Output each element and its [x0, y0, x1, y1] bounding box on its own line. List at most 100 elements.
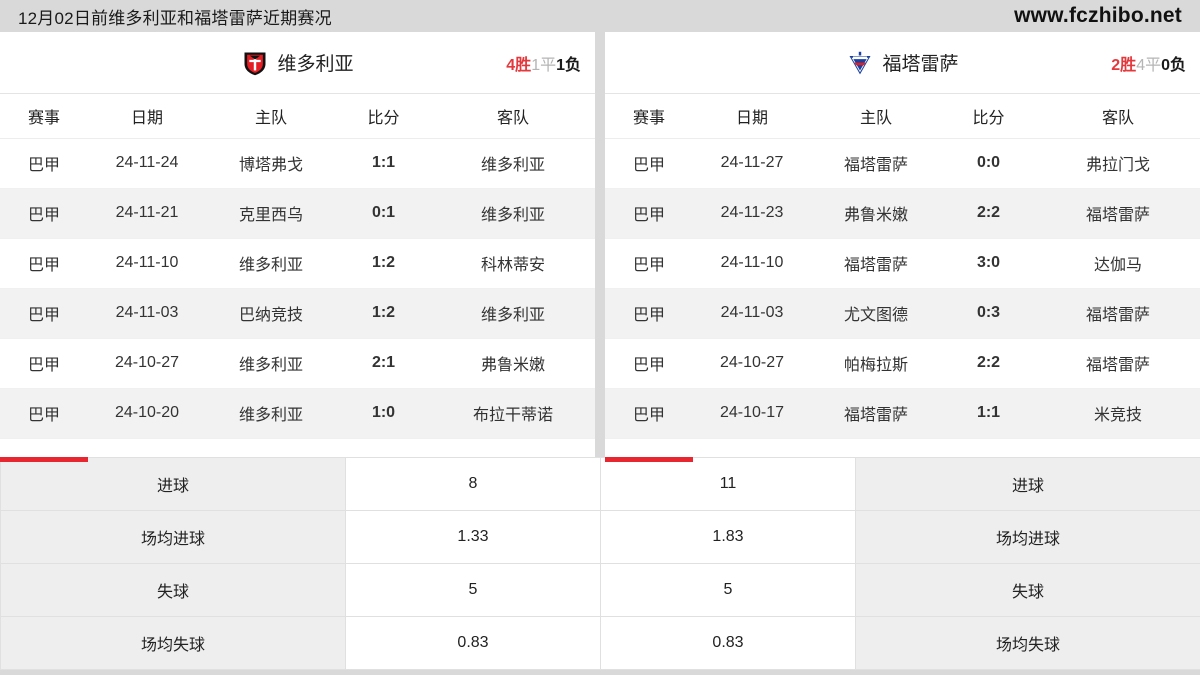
away-team: 米竞技 [1036, 388, 1200, 439]
page-title: 12月02日前维多利亚和福塔雷萨近期赛况 [18, 8, 332, 28]
stats-row: 失球 5 5 失球 [0, 563, 1200, 617]
table-row[interactable]: 巴甲 24-11-21 克里西乌 0:1 维多利亚 [0, 188, 595, 239]
comp-badge: 巴甲 [0, 338, 88, 389]
left-team-panel: 维多利亚 4胜1平1负 赛事 日期 主队 比分 客队 巴甲 24-11-24 博… [0, 32, 595, 457]
page-root: 12月02日前维多利亚和福塔雷萨近期赛况 www.fczhibo.net 维多利… [0, 0, 1200, 675]
right-team-panel: 福塔雷萨 2胜4平0负 赛事 日期 主队 比分 客队 巴甲 24-11-27 福… [605, 32, 1200, 457]
match-date: 24-11-10 [693, 238, 811, 289]
stat-left-label: 失球 [0, 563, 346, 617]
stat-right-label: 场均失球 [855, 616, 1200, 670]
match-score: 1:1 [336, 138, 431, 189]
home-team: 维多利亚 [206, 338, 336, 389]
table-row[interactable]: 巴甲 24-11-03 巴纳竞技 1:2 维多利亚 [0, 288, 595, 339]
table-row[interactable]: 巴甲 24-10-17 福塔雷萨 1:1 米竞技 [605, 388, 1200, 439]
right-matches-table: 赛事 日期 主队 比分 客队 巴甲 24-11-27 福塔雷萨 0:0 弗拉门戈 [605, 94, 1200, 439]
comp-badge: 巴甲 [0, 288, 88, 339]
comp-badge: 巴甲 [0, 138, 88, 189]
comp-badge: 巴甲 [605, 138, 693, 189]
comp-badge: 巴甲 [0, 388, 88, 439]
right-col-date: 日期 [693, 94, 811, 139]
right-comp-tab-accent [605, 457, 693, 462]
stat-left-value: 0.83 [345, 616, 601, 670]
match-date: 24-11-27 [693, 138, 811, 189]
stat-right-label: 进球 [855, 457, 1200, 511]
left-team-record: 4胜1平1负 [506, 51, 581, 75]
match-score: 1:2 [336, 288, 431, 339]
table-row[interactable]: 巴甲 24-11-03 尤文图德 0:3 福塔雷萨 [605, 288, 1200, 339]
left-record-draws: 1平 [531, 56, 557, 74]
stat-left-label: 场均失球 [0, 616, 346, 670]
left-record-wins: 4胜 [506, 56, 532, 74]
table-row[interactable]: 巴甲 24-11-10 维多利亚 1:2 科林蒂安 [0, 238, 595, 289]
left-col-date: 日期 [88, 94, 206, 139]
match-date: 24-10-17 [693, 388, 811, 439]
table-row[interactable]: 巴甲 24-10-27 帕梅拉斯 2:2 福塔雷萨 [605, 338, 1200, 389]
stats-row: 场均进球 1.33 1.83 场均进球 [0, 510, 1200, 564]
match-score: 0:3 [941, 288, 1036, 339]
match-date: 24-10-27 [88, 338, 206, 389]
table-row[interactable]: 巴甲 24-10-20 维多利亚 1:0 布拉干蒂诺 [0, 388, 595, 439]
stat-right-value: 11 [600, 457, 856, 511]
away-team: 弗鲁米嫩 [431, 338, 595, 389]
comp-badge: 巴甲 [605, 338, 693, 389]
right-col-away: 客队 [1036, 94, 1200, 139]
stat-right-label: 场均进球 [855, 510, 1200, 564]
match-date: 24-11-03 [693, 288, 811, 339]
home-team: 帕梅拉斯 [811, 338, 941, 389]
away-team: 维多利亚 [431, 138, 595, 189]
table-row[interactable]: 巴甲 24-10-27 维多利亚 2:1 弗鲁米嫩 [0, 338, 595, 389]
right-team-record: 2胜4平0负 [1111, 51, 1186, 75]
right-record-wins: 2胜 [1111, 56, 1137, 74]
match-score: 2:2 [941, 338, 1036, 389]
right-record-losses: 0负 [1161, 56, 1186, 74]
match-date: 24-10-20 [88, 388, 206, 439]
table-row[interactable]: 巴甲 24-11-23 弗鲁米嫩 2:2 福塔雷萨 [605, 188, 1200, 239]
away-team: 福塔雷萨 [1036, 288, 1200, 339]
left-col-away: 客队 [431, 94, 595, 139]
away-team: 维多利亚 [431, 188, 595, 239]
left-record-losses: 1负 [556, 56, 581, 74]
comp-badge: 巴甲 [605, 238, 693, 289]
right-team-name: 福塔雷萨 [882, 54, 959, 75]
away-team: 科林蒂安 [431, 238, 595, 289]
match-score: 2:1 [336, 338, 431, 389]
match-date: 24-11-21 [88, 188, 206, 239]
stat-right-value: 1.83 [600, 510, 856, 564]
table-row[interactable]: 巴甲 24-11-24 博塔弗戈 1:1 维多利亚 [0, 138, 595, 189]
right-col-score: 比分 [941, 94, 1036, 139]
home-team: 弗鲁米嫩 [811, 188, 941, 239]
match-score: 1:0 [336, 388, 431, 439]
comp-badge: 巴甲 [605, 288, 693, 339]
table-row[interactable]: 巴甲 24-11-27 福塔雷萨 0:0 弗拉门戈 [605, 138, 1200, 189]
match-date: 24-11-24 [88, 138, 206, 189]
left-col-comp: 赛事 [0, 94, 88, 139]
comp-badge: 巴甲 [0, 188, 88, 239]
left-table-header-row: 赛事 日期 主队 比分 客队 [0, 94, 595, 139]
stat-right-value: 5 [600, 563, 856, 617]
match-score: 0:1 [336, 188, 431, 239]
right-record-draws: 4平 [1136, 56, 1162, 74]
stat-left-label: 进球 [0, 457, 346, 511]
away-team: 福塔雷萨 [1036, 188, 1200, 239]
match-date: 24-11-23 [693, 188, 811, 239]
stats-row: 场均失球 0.83 0.83 场均失球 [0, 616, 1200, 670]
match-score: 2:2 [941, 188, 1036, 239]
right-col-home: 主队 [811, 94, 941, 139]
away-team: 维多利亚 [431, 288, 595, 339]
top-bar: 12月02日前维多利亚和福塔雷萨近期赛况 www.fczhibo.net [0, 0, 1200, 32]
right-col-comp: 赛事 [605, 94, 693, 139]
right-table-header-row: 赛事 日期 主队 比分 客队 [605, 94, 1200, 139]
stat-right-label: 失球 [855, 563, 1200, 617]
stat-left-value: 5 [345, 563, 601, 617]
match-score: 0:0 [941, 138, 1036, 189]
home-team: 克里西乌 [206, 188, 336, 239]
home-team: 维多利亚 [206, 238, 336, 289]
stats-section: 进球 8 11 进球 场均进球 1.33 1.83 场均进球 失球 5 5 失球 [0, 457, 1200, 675]
home-team: 尤文图德 [811, 288, 941, 339]
home-team: 福塔雷萨 [811, 238, 941, 289]
match-score: 3:0 [941, 238, 1036, 289]
table-row[interactable]: 巴甲 24-11-10 福塔雷萨 3:0 达伽马 [605, 238, 1200, 289]
home-team: 巴纳竞技 [206, 288, 336, 339]
left-col-home: 主队 [206, 94, 336, 139]
away-team: 达伽马 [1036, 238, 1200, 289]
